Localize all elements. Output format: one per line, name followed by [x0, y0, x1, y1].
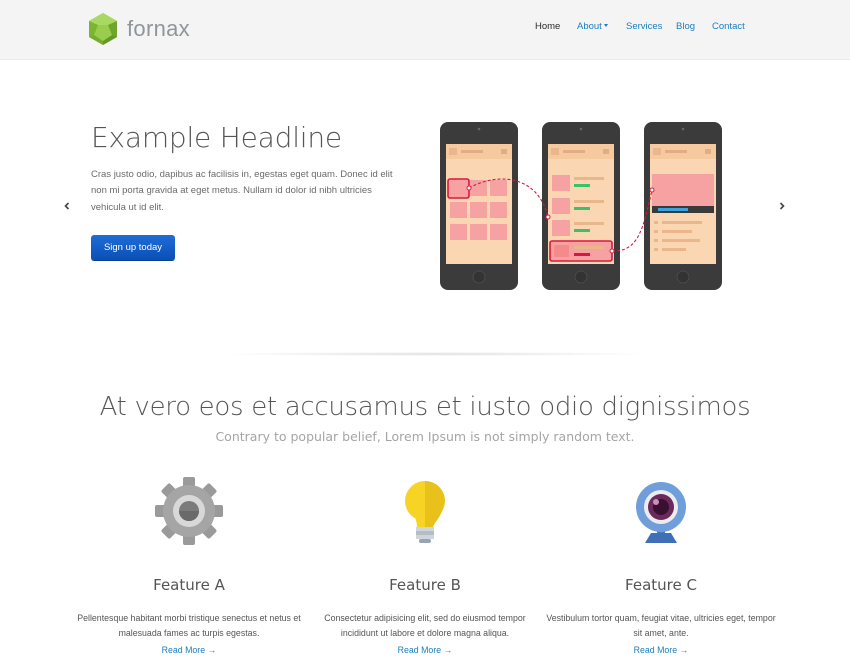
- section-title: At vero eos et accusamus et iusto odio d…: [99, 392, 751, 422]
- carousel-prev-button[interactable]: [60, 200, 74, 214]
- section-subtitle: Contrary to popular belief, Lorem Ipsum …: [215, 429, 635, 444]
- feature-b: Feature B Consectetur adipisicing elit, …: [307, 475, 543, 655]
- feature-b-title: Feature B: [389, 576, 461, 594]
- gear-icon: [155, 477, 223, 545]
- sign-up-button[interactable]: Sign up today: [91, 235, 175, 260]
- caret-down-icon: [603, 24, 608, 27]
- feature-b-read-more-link[interactable]: Read More →: [307, 645, 543, 655]
- hero-headline: Example Headline: [91, 121, 342, 154]
- phone-2-illustration: [542, 122, 620, 290]
- chevron-left-icon: [64, 202, 70, 210]
- site-header: fornax Home About Services Blog Contact: [0, 0, 850, 60]
- feature-b-text: Consectetur adipisicing elit, sed do eiu…: [324, 613, 526, 638]
- logo-gem-icon: [89, 13, 117, 45]
- phone-1-illustration: [440, 122, 518, 290]
- hero-text: Cras justo odio, dapibus ac facilisis in…: [91, 169, 393, 213]
- logo[interactable]: fornax: [86, 12, 196, 46]
- phones-illustration: [440, 122, 722, 290]
- nav-services[interactable]: Services: [626, 21, 662, 32]
- feature-c-text: Vestibulum tortor quam, feugiat vitae, u…: [546, 613, 776, 638]
- phone-3-illustration: [644, 122, 722, 290]
- feature-a-read-more-link[interactable]: Read More →: [71, 645, 307, 655]
- feature-c-read-more-link[interactable]: Read More →: [543, 645, 779, 655]
- nav-about[interactable]: About: [577, 21, 608, 32]
- feature-a-title: Feature A: [153, 576, 225, 594]
- chevron-right-icon: [779, 202, 785, 210]
- nav-contact[interactable]: Contact: [712, 21, 745, 32]
- nav-home[interactable]: Home: [535, 21, 560, 32]
- webcam-icon: [636, 482, 686, 543]
- hero-divider-shadow: [215, 352, 655, 356]
- logo-text: fornax: [127, 16, 190, 41]
- feature-c: Feature C Vestibulum tortor quam, feugia…: [543, 475, 779, 655]
- nav-about-label: About: [577, 21, 602, 32]
- feature-a: Feature A Pellentesque habitant morbi tr…: [71, 475, 307, 655]
- nav-blog[interactable]: Blog: [676, 21, 695, 32]
- feature-a-text: Pellentesque habitant morbi tristique se…: [77, 613, 301, 638]
- lightbulb-icon: [405, 481, 445, 543]
- carousel-next-button[interactable]: [775, 200, 789, 214]
- feature-c-title: Feature C: [625, 576, 697, 594]
